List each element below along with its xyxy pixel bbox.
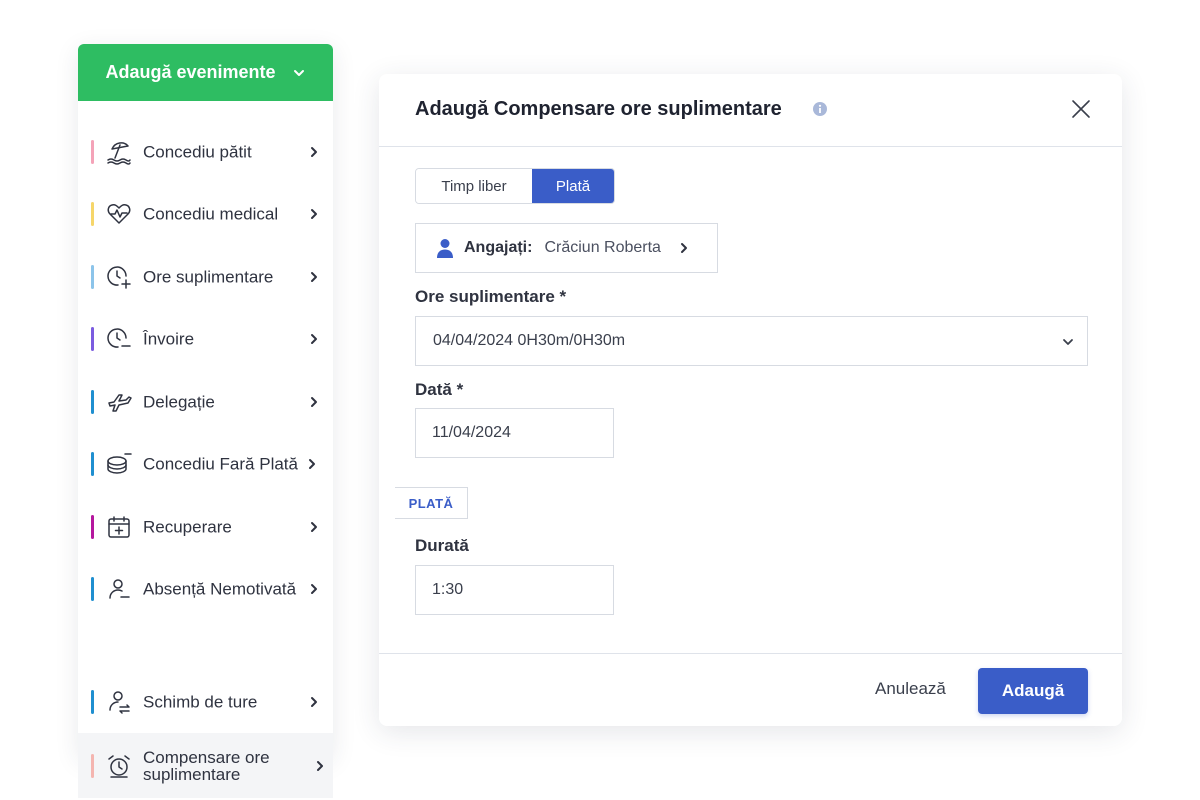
chevron-right-icon [309, 270, 321, 284]
accent-bar [91, 577, 94, 601]
menu-item-label: Schimb de ture [143, 692, 258, 712]
menu-item-label: Compensare ore suplimentare [143, 747, 270, 784]
employees-selector[interactable]: Angajați: Crăciun Roberta [415, 223, 718, 273]
heart-pulse-icon [105, 200, 133, 228]
chevron-right-icon [309, 145, 321, 159]
user-swap-icon [105, 688, 133, 716]
add-events-label: Adaugă evenimente [105, 62, 276, 82]
chevron-right-icon [309, 582, 321, 596]
add-button[interactable]: Adaugă [978, 668, 1088, 714]
events-sidebar: Adaugă evenimente Concediu pătit Concedi [78, 44, 333, 798]
chevron-down-icon [292, 66, 306, 80]
menu-item-label: Învoire [143, 329, 195, 349]
menu-item-label: Concediu pătit [143, 142, 252, 162]
accent-bar [91, 390, 94, 414]
add-events-header[interactable]: Adaugă evenimente [78, 44, 333, 101]
menu-item-label: Delegație [143, 392, 215, 412]
menu-item-overtime-compensation[interactable]: Compensare ore suplimentare [78, 733, 333, 798]
menu-item-time-off[interactable]: Învoire [78, 308, 333, 370]
menu-item-unpaid-leave[interactable]: Concediu Fară Plată [78, 433, 333, 495]
menu-item-label: Absență Nemotivată [143, 579, 297, 599]
alarm-clock-icon [105, 752, 133, 780]
chevron-right-icon [307, 457, 319, 471]
overtime-compensation-modal: Adaugă Compensare ore suplimentare Timp … [379, 74, 1122, 726]
chevron-right-icon [309, 695, 321, 709]
employees-value: Crăciun Roberta [544, 239, 661, 256]
chevron-right-icon [309, 395, 321, 409]
menu-item-label: Ore suplimentare [143, 267, 274, 287]
modal-title: Adaugă Compensare ore suplimentare [415, 98, 782, 120]
overtime-field-label: Ore suplimentare * [415, 287, 567, 306]
tab-payment[interactable]: Plată [532, 169, 614, 203]
accent-bar [91, 452, 94, 476]
clock-plus-icon [105, 263, 133, 291]
employees-label: Angajați: [464, 239, 533, 256]
date-input[interactable]: 11/04/2024 [415, 408, 614, 458]
modal-footer: Anulează Adaugă [379, 653, 1122, 726]
menu-item-paid-leave[interactable]: Concediu pătit [78, 121, 333, 183]
accent-bar [91, 327, 94, 351]
close-icon[interactable] [1070, 98, 1092, 120]
accent-bar [91, 690, 94, 714]
menu-item-recovery[interactable]: Recuperare [78, 496, 333, 558]
chevron-right-icon [309, 520, 321, 534]
overtime-select[interactable]: 04/04/2024 0H30m/0H30m [415, 316, 1088, 366]
cancel-button[interactable]: Anulează [875, 679, 946, 699]
airplane-icon [105, 388, 133, 416]
coins-minus-icon [105, 450, 133, 478]
accent-bar [91, 515, 94, 539]
beach-umbrella-icon [105, 138, 133, 166]
tab-free-time[interactable]: Timp liber [416, 169, 532, 203]
duration-field-label: Durată [415, 536, 469, 555]
menu-item-label: Concediu medical [143, 204, 279, 224]
chevron-right-icon [309, 207, 321, 221]
duration-input-value: 1:30 [432, 581, 464, 598]
date-input-value: 11/04/2024 [432, 424, 511, 441]
menu-item-label: Recuperare [143, 517, 232, 537]
chevron-right-icon [315, 759, 327, 773]
clock-minus-icon [105, 325, 133, 353]
menu-item-label: Concediu Fară Plată [143, 454, 298, 474]
chevron-right-icon [679, 241, 689, 255]
compensation-type-toggle: Timp liber Plată [415, 168, 615, 204]
calendar-plus-icon [105, 513, 133, 541]
accent-bar [91, 265, 94, 289]
accent-bar [91, 202, 94, 226]
accent-bar [91, 140, 94, 164]
menu-item-medical-leave[interactable]: Concediu medical [78, 183, 333, 245]
overtime-select-value: 04/04/2024 0H30m/0H30m [433, 332, 626, 349]
menu-item-business-trip[interactable]: Delegație [78, 371, 333, 433]
duration-input[interactable]: 1:30 [415, 565, 614, 615]
user-minus-icon [105, 575, 133, 603]
chevron-down-icon [1061, 335, 1075, 349]
modal-header: Adaugă Compensare ore suplimentare [379, 74, 1122, 147]
menu-item-overtime[interactable]: Ore suplimentare [78, 246, 333, 308]
accent-bar [91, 753, 94, 778]
menu-item-shift-swap[interactable]: Schimb de ture [78, 671, 333, 733]
chevron-right-icon [309, 332, 321, 346]
date-field-label: Dată * [415, 380, 464, 399]
menu-item-unexcused-absence[interactable]: Absență Nemotivată [78, 558, 333, 620]
user-icon [436, 238, 454, 258]
payment-section-tag: PLATĂ [395, 487, 468, 519]
info-icon[interactable] [812, 101, 828, 117]
